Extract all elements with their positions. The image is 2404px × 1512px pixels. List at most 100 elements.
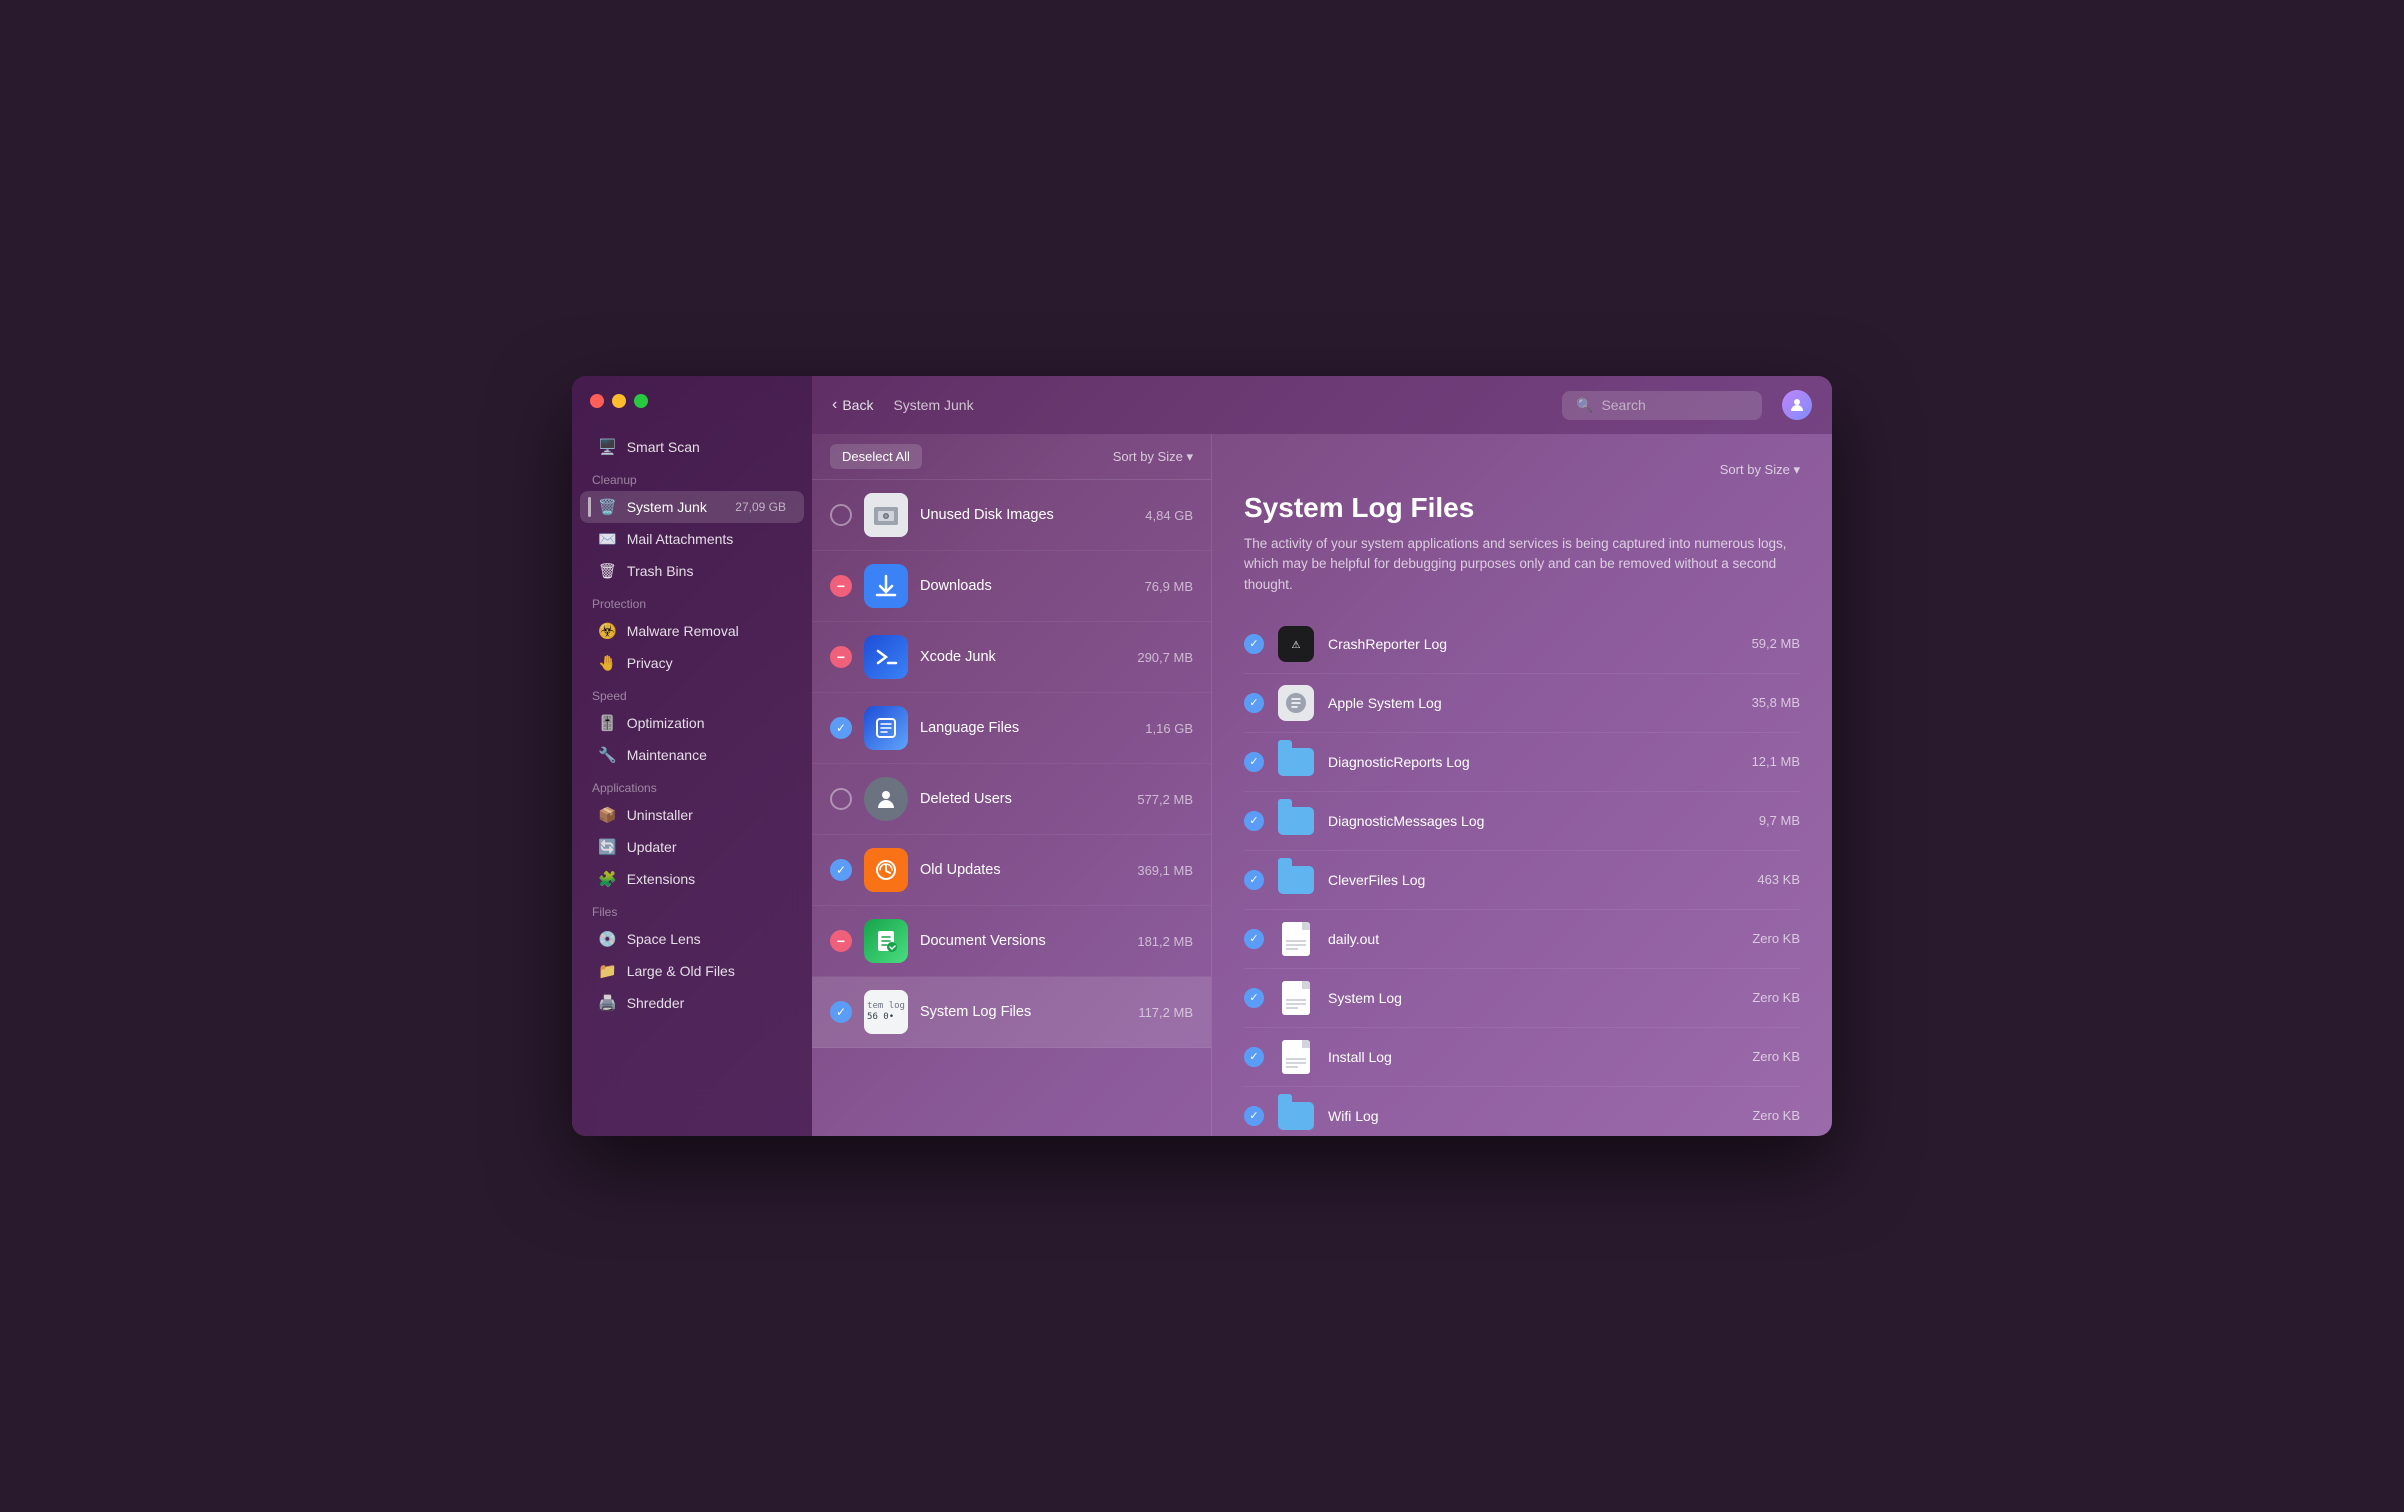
smart-scan-icon: 🖥️: [598, 438, 617, 456]
detail-item[interactable]: ✓ ⚠ CrashReporter Log 59,2 MB: [1244, 615, 1800, 674]
list-item-icon: [864, 777, 908, 821]
detail-item-name: daily.out: [1328, 931, 1738, 947]
detail-title: System Log Files: [1244, 492, 1800, 524]
list-item-icon: [864, 848, 908, 892]
updater-icon: 🔄: [598, 838, 617, 856]
sidebar-item-malware-removal[interactable]: ☣️ Malware Removal: [580, 615, 804, 647]
detail-sort-button[interactable]: Sort by Size ▾: [1720, 462, 1800, 478]
list-item-name: Xcode Junk: [920, 649, 1125, 665]
detail-item[interactable]: ✓ DiagnosticMessages Log 9,7 MB: [1244, 792, 1800, 851]
checkbox-checked[interactable]: ✓: [1244, 988, 1264, 1008]
detail-item-icon: [1278, 685, 1314, 721]
section-label-applications: Applications: [572, 771, 812, 799]
back-button[interactable]: ‹ Back: [832, 396, 873, 414]
sidebar-item-privacy[interactable]: 🤚 Privacy: [580, 647, 804, 679]
list-item-icon: [864, 564, 908, 608]
list-item[interactable]: Deleted Users 577,2 MB: [812, 764, 1211, 835]
sidebar-item-maintenance[interactable]: 🔧 Maintenance: [580, 739, 804, 771]
detail-item-name: Install Log: [1328, 1049, 1738, 1065]
checkbox-minus[interactable]: −: [830, 930, 852, 952]
sidebar-item-label: Trash Bins: [627, 563, 693, 579]
sidebar-item-optimization[interactable]: 🎚️ Optimization: [580, 707, 804, 739]
detail-item[interactable]: ✓ CleverFiles Log 463 KB: [1244, 851, 1800, 910]
checkbox-checked[interactable]: ✓: [1244, 752, 1264, 772]
trash-icon: 🗑: [598, 562, 617, 580]
fullscreen-button[interactable]: [634, 394, 648, 408]
list-item[interactable]: ✓ Old Updates 369,1 MB: [812, 835, 1211, 906]
detail-item-icon: ⚠: [1278, 626, 1314, 662]
detail-item-size: 35,8 MB: [1752, 695, 1800, 710]
back-chevron-icon: ‹: [832, 396, 837, 414]
detail-item[interactable]: ✓ DiagnosticReports Log 12,1 MB: [1244, 733, 1800, 792]
sidebar-item-label: Shredder: [627, 995, 685, 1011]
checkbox-checked[interactable]: ✓: [830, 859, 852, 881]
list-item-icon: [864, 635, 908, 679]
detail-item-name: CleverFiles Log: [1328, 872, 1743, 888]
detail-item-size: 59,2 MB: [1752, 636, 1800, 651]
list-item-size: 1,16 GB: [1145, 721, 1193, 736]
section-label-cleanup: Cleanup: [572, 463, 812, 491]
list-item[interactable]: Unused Disk Images 4,84 GB: [812, 480, 1211, 551]
section-label-protection: Protection: [572, 587, 812, 615]
sidebar-item-large-old-files[interactable]: 📁 Large & Old Files: [580, 955, 804, 987]
list-item-size: 76,9 MB: [1145, 579, 1193, 594]
sidebar-item-shredder[interactable]: 🖨️ Shredder: [580, 987, 804, 1019]
space-lens-icon: 💿: [598, 930, 617, 948]
detail-item[interactable]: ✓ Install Log: [1244, 1028, 1800, 1087]
list-item-selected[interactable]: ✓ tem log 56 0• System Log Files 117,2 M…: [812, 977, 1211, 1048]
checkbox-checked[interactable]: ✓: [1244, 870, 1264, 890]
sidebar-item-space-lens[interactable]: 💿 Space Lens: [580, 923, 804, 955]
search-input[interactable]: [1601, 397, 1741, 413]
sidebar-item-smart-scan[interactable]: 🖥️ Smart Scan: [580, 431, 804, 463]
system-junk-icon: 🗑️: [598, 498, 617, 516]
detail-item-size: 12,1 MB: [1752, 754, 1800, 769]
checkbox-checked[interactable]: ✓: [830, 717, 852, 739]
detail-item[interactable]: ✓ System Log: [1244, 969, 1800, 1028]
list-item[interactable]: ✓ Language Files 1,16 GB: [812, 693, 1211, 764]
sort-by-size-button[interactable]: Sort by Size ▾: [1113, 449, 1193, 465]
minimize-button[interactable]: [612, 394, 626, 408]
list-item[interactable]: − Xcode Junk 290,7 MB: [812, 622, 1211, 693]
detail-item[interactable]: ✓ daily.out: [1244, 910, 1800, 969]
checkbox-checked[interactable]: ✓: [1244, 1047, 1264, 1067]
list-item-size: 117,2 MB: [1138, 1005, 1193, 1020]
detail-item-size: Zero KB: [1752, 1049, 1800, 1064]
sidebar-item-extensions[interactable]: 🧩 Extensions: [580, 863, 804, 895]
checkbox-checked[interactable]: ✓: [1244, 929, 1264, 949]
deselect-all-button[interactable]: Deselect All: [830, 444, 922, 469]
checkbox-minus[interactable]: −: [830, 575, 852, 597]
checkbox-unchecked[interactable]: [830, 788, 852, 810]
list-item-name: Deleted Users: [920, 791, 1125, 807]
list-item-icon: tem log 56 0•: [864, 990, 908, 1034]
detail-item[interactable]: ✓ Apple System Log 35,8 MB: [1244, 674, 1800, 733]
list-item-name: Language Files: [920, 720, 1133, 736]
detail-item-name: CrashReporter Log: [1328, 636, 1738, 652]
detail-item-icon: [1278, 1098, 1314, 1134]
sidebar-item-trash-bins[interactable]: 🗑 Trash Bins: [580, 555, 804, 587]
sidebar-item-uninstaller[interactable]: 📦 Uninstaller: [580, 799, 804, 831]
list-item[interactable]: − Downloads 76,9 MB: [812, 551, 1211, 622]
sidebar-item-system-junk[interactable]: 🗑️ System Junk 27,09 GB: [580, 491, 804, 523]
detail-item-name: DiagnosticReports Log: [1328, 754, 1738, 770]
list-item-size: 181,2 MB: [1137, 934, 1193, 949]
list-item-name: Document Versions: [920, 933, 1125, 949]
list-item[interactable]: − Document Versions 181,2 MB: [812, 906, 1211, 977]
avatar[interactable]: [1782, 390, 1812, 420]
sidebar-item-updater[interactable]: 🔄 Updater: [580, 831, 804, 863]
search-box[interactable]: 🔍: [1562, 391, 1762, 420]
list-item-icon: [864, 493, 908, 537]
checkbox-unchecked[interactable]: [830, 504, 852, 526]
checkbox-checked[interactable]: ✓: [1244, 811, 1264, 831]
sidebar-item-mail-attachments[interactable]: ✉️ Mail Attachments: [580, 523, 804, 555]
checkbox-checked[interactable]: ✓: [1244, 634, 1264, 654]
checkbox-checked[interactable]: ✓: [1244, 693, 1264, 713]
close-button[interactable]: [590, 394, 604, 408]
detail-item[interactable]: ✓ Wifi Log Zero KB: [1244, 1087, 1800, 1136]
checkbox-checked[interactable]: ✓: [1244, 1106, 1264, 1126]
list-item-size: 4,84 GB: [1145, 508, 1193, 523]
checkbox-minus[interactable]: −: [830, 646, 852, 668]
detail-item-size: 9,7 MB: [1759, 813, 1800, 828]
privacy-icon: 🤚: [598, 654, 617, 672]
checkbox-checked[interactable]: ✓: [830, 1001, 852, 1023]
malware-icon: ☣️: [598, 622, 617, 640]
